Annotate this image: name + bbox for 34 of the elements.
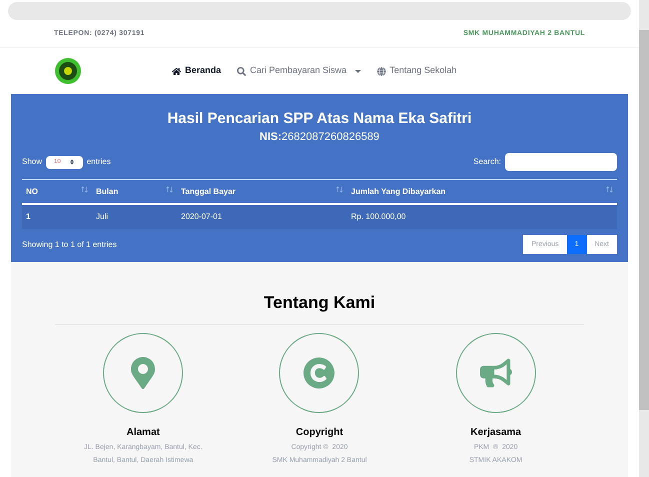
- table-cell-text: 2020-07-01: [180, 211, 223, 224]
- entries-label: entries: [86, 156, 111, 168]
- card-title: Copyright: [296, 426, 344, 440]
- nav-link[interactable]: Cari Pembayaran Siswa: [237, 64, 361, 78]
- search-icon: [237, 66, 246, 76]
- table-cell-text: 1: [25, 211, 32, 224]
- megaphone-icon: [480, 356, 512, 389]
- sort-icon: [606, 186, 613, 193]
- about-title: Tentang Kami: [55, 290, 584, 325]
- sort-icon: [81, 186, 88, 193]
- school-logo: [54, 57, 82, 85]
- card-title: Kerjasama: [470, 426, 522, 440]
- copyright-icon: [303, 356, 336, 389]
- sort-icon: [166, 186, 173, 193]
- show-label: Show: [22, 156, 42, 168]
- card-title: Alamat: [126, 426, 160, 440]
- table-cell-text: Juli: [95, 211, 110, 224]
- result-title: Hasil Pencarian SPP Atas Nama Eka Safitri: [166, 110, 473, 129]
- caret-icon: [354, 70, 361, 72]
- nav-link[interactable]: Beranda: [172, 64, 222, 78]
- globe-icon: [376, 66, 386, 76]
- search-field[interactable]: [505, 153, 617, 172]
- home-icon: [172, 66, 181, 76]
- table-info: Showing 1 to 1 of 1 entries: [22, 238, 117, 251]
- column-header[interactable]: Bulan: [92, 186, 177, 198]
- column-header[interactable]: NO: [22, 186, 92, 198]
- search-label: Search:: [473, 156, 501, 168]
- table-cell-text: Rp. 100.000,00: [350, 211, 407, 224]
- sort-icon: [336, 186, 343, 193]
- nav-link[interactable]: Tentang Sekolah: [376, 64, 457, 78]
- sort-icon: [68, 159, 75, 166]
- column-header[interactable]: Tanggal Bayar: [177, 186, 347, 198]
- nis-text: NIS:2682087260826589: [258, 130, 380, 145]
- column-header[interactable]: Jumlah Yang Dibayarkan: [347, 186, 617, 198]
